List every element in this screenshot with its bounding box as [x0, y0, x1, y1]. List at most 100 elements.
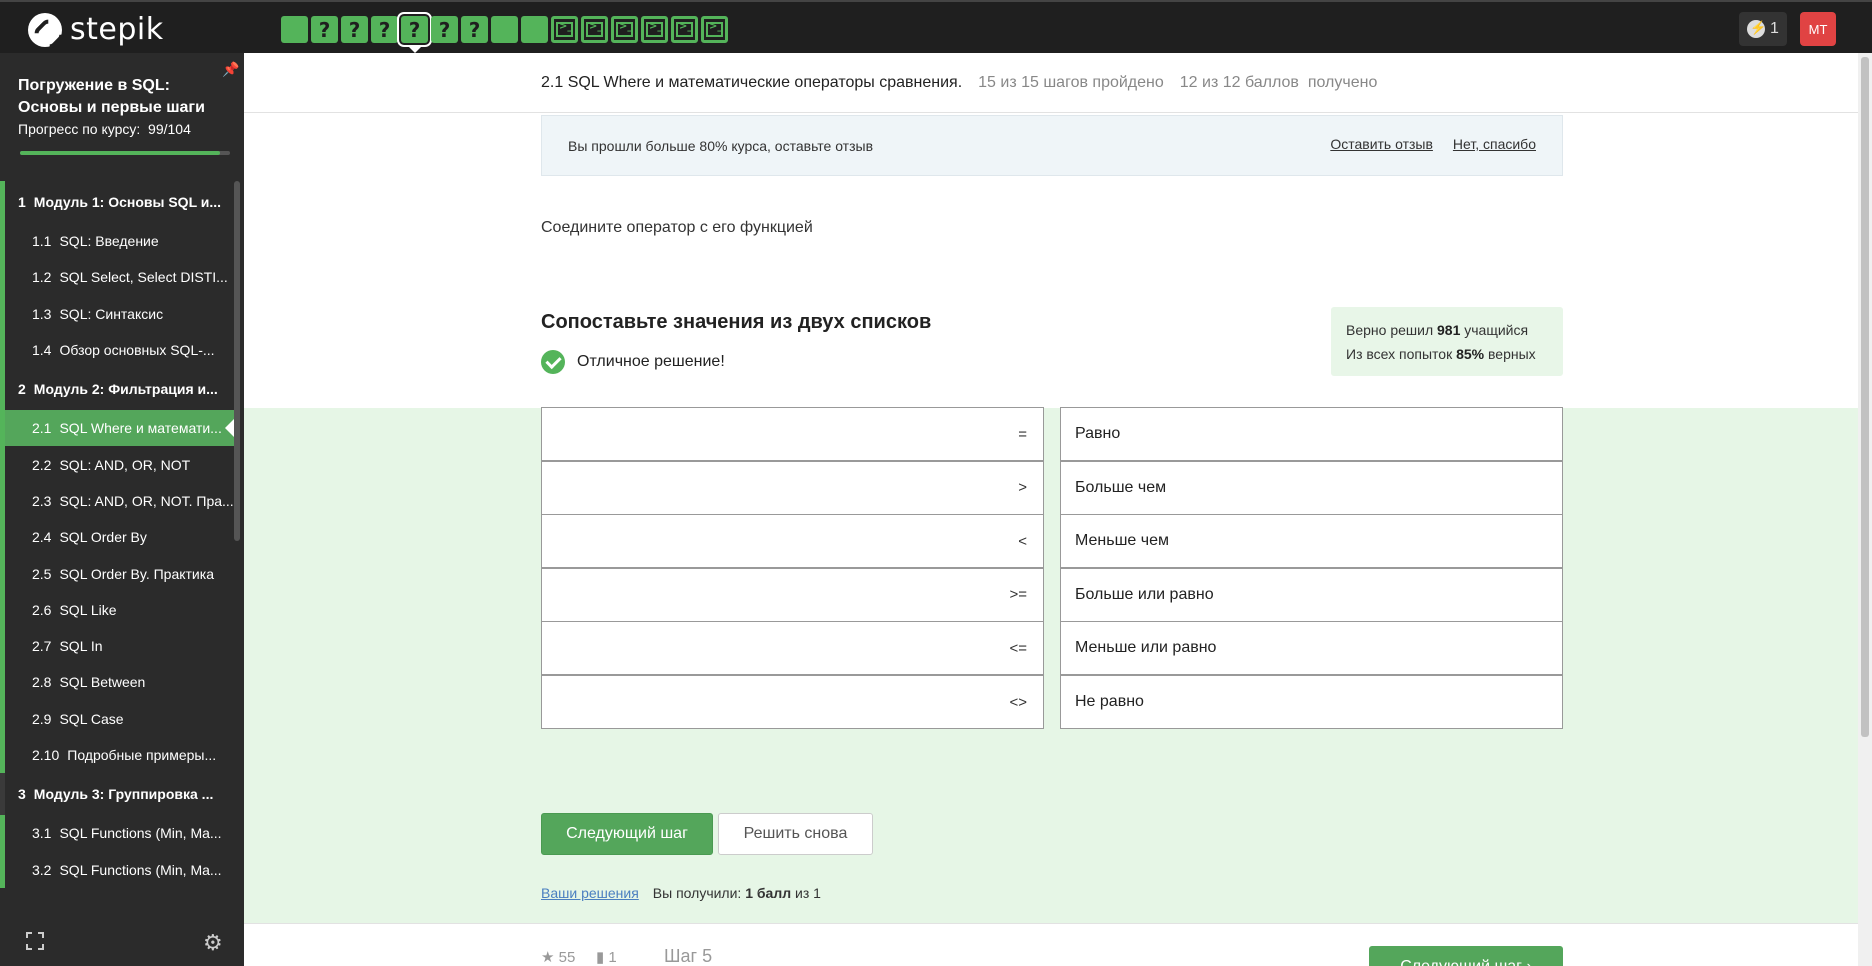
sidebar-lesson-1-3[interactable]: 1.3 SQL: Синтаксис — [0, 295, 234, 332]
solved-count: 981 — [1437, 322, 1461, 338]
terminal-icon — [676, 21, 693, 37]
sidebar-lesson-2-8[interactable]: 2.8 SQL Between — [0, 664, 234, 701]
sidebar-module-3[interactable]: 3 Модуль 3: Группировка ... — [0, 773, 234, 816]
sidebar-item-label: SQL: AND, OR, NOT. Пра... — [59, 492, 234, 509]
sidebar-lesson-2-1[interactable]: 2.1 SQL Where и математи... — [0, 410, 234, 447]
sidebar-scrollbar[interactable] — [234, 181, 240, 541]
course-progress-text: Прогресс по курсу: 99/104 — [18, 121, 191, 137]
sidebar-lesson-3-2[interactable]: 3.2 SQL Functions (Min, Ma... — [0, 851, 234, 888]
operator-cell: < — [541, 514, 1044, 569]
course-sidebar: 📌 Погружение в SQL: Основы и первые шаги… — [0, 53, 244, 966]
your-solutions-link[interactable]: Ваши решения — [541, 885, 639, 901]
step-label: Шаг 5 — [664, 946, 713, 966]
step-12[interactable] — [611, 16, 638, 43]
sidebar-lesson-2-4[interactable]: 2.4 SQL Order By — [0, 519, 234, 556]
step-5[interactable]: ? — [397, 12, 432, 53]
sidebar-item-label: SQL In — [59, 638, 103, 655]
matching-row: <> Не равно — [541, 675, 1563, 729]
function-option[interactable]: Меньше или равно — [1060, 621, 1563, 676]
success-percent: 85% — [1456, 346, 1485, 362]
sidebar-module-2[interactable]: 2 Модуль 2: Фильтрация и... — [0, 368, 234, 411]
operator-cell: <= — [541, 621, 1044, 676]
step-15[interactable] — [701, 16, 728, 43]
course-progress-value: 99/104 — [148, 121, 191, 137]
sidebar-lesson-3-1[interactable]: 3.1 SQL Functions (Min, Ma... — [0, 815, 234, 852]
sidebar-item-label: SQL Between — [59, 674, 146, 691]
table-of-contents: 1 Модуль 1: Основы SQL и... 1.1 SQL: Введен… — [0, 181, 234, 888]
page-scrollbar[interactable] — [1858, 53, 1872, 966]
step-11[interactable] — [581, 16, 608, 43]
fullscreen-icon[interactable] — [26, 932, 44, 950]
next-step-button[interactable]: Следующий шаг — [541, 813, 713, 855]
sidebar-item-label: Модуль 1: Основы SQL и... — [33, 194, 222, 210]
sidebar-item-label: Подробные примеры... — [67, 747, 217, 763]
sidebar-item-label: SQL Select, Select DISTI... — [59, 269, 228, 286]
function-option[interactable]: Больше или равно — [1060, 567, 1563, 622]
lesson-steps-bar: ?????? — [281, 12, 728, 53]
score-text: Вы получили: 1 балл из 1 — [652, 885, 821, 901]
comments[interactable]: ▮ 1 — [596, 948, 617, 966]
matching-row: < Меньше чем — [541, 514, 1563, 569]
sidebar-item-label: SQL: Введение — [59, 233, 159, 250]
terminal-icon — [646, 21, 663, 37]
step-2[interactable]: ? — [311, 16, 338, 43]
user-avatar[interactable]: МТ — [1800, 12, 1836, 46]
step-13[interactable] — [641, 16, 668, 43]
sidebar-module-1[interactable]: 1 Модуль 1: Основы SQL и... — [0, 181, 234, 223]
terminal-icon — [556, 21, 573, 37]
sidebar-item-label: SQL: Синтаксис — [59, 305, 164, 322]
sidebar-lesson-2-10[interactable]: 2.10 Подробные примеры... — [0, 736, 234, 774]
step-8[interactable] — [491, 16, 518, 43]
operator-cell: <> — [541, 675, 1044, 729]
sidebar-item-label: SQL Functions (Min, Ma... — [59, 825, 222, 842]
step-10[interactable] — [551, 16, 578, 43]
course-title[interactable]: Погружение в SQL: Основы и первые шаги — [18, 75, 233, 119]
step-footer: ★ 55 ▮ 1 Шаг 5 — [244, 923, 1858, 966]
step-3[interactable]: ? — [341, 16, 368, 43]
task-stats: Верно решил 981 учащийся Из всех попыток… — [1331, 307, 1563, 376]
step-6[interactable]: ? — [431, 16, 458, 43]
sidebar-lesson-2-7[interactable]: 2.7 SQL In — [0, 627, 234, 665]
operator-cell: >= — [541, 567, 1044, 622]
step-9[interactable] — [521, 16, 548, 43]
stepik-logo[interactable]: stepik — [28, 12, 164, 47]
operator-cell: > — [541, 460, 1044, 515]
terminal-icon — [706, 21, 723, 37]
function-option[interactable]: Не равно — [1060, 675, 1563, 729]
function-option[interactable]: Равно — [1060, 407, 1563, 461]
sidebar-lesson-2-2[interactable]: 2.2 SQL: AND, OR, NOT — [0, 446, 234, 483]
sidebar-lesson-1-2[interactable]: 1.2 SQL Select, Select DISTI... — [0, 259, 234, 296]
matching-row: = Равно — [541, 407, 1563, 461]
review-text: Вы прошли больше 80% курса, оставьте отз… — [568, 137, 874, 154]
solve-again-button[interactable]: Решить снова — [718, 813, 873, 855]
streak-count: 1 — [1770, 20, 1779, 37]
step-7[interactable]: ? — [461, 16, 488, 43]
step-4[interactable]: ? — [371, 16, 398, 43]
decline-review-link[interactable]: Нет, спасибо — [1453, 136, 1536, 152]
task-description: Соедините оператор с его функцией — [541, 219, 813, 236]
check-circle-icon — [541, 350, 565, 374]
sidebar-lesson-2-6[interactable]: 2.6 SQL Like — [0, 591, 234, 628]
leave-review-link[interactable]: Оставить отзыв — [1330, 136, 1433, 152]
sidebar-item-label: Модуль 3: Группировка ... — [33, 786, 214, 803]
function-option[interactable]: Больше чем — [1060, 460, 1563, 515]
matching-row: > Больше чем — [541, 460, 1563, 515]
gear-icon[interactable]: ⚙ — [203, 931, 223, 956]
page-scrollbar-thumb[interactable] — [1861, 57, 1869, 737]
sidebar-item-label: Модуль 2: Фильтрация и... — [33, 381, 218, 398]
footer-next-step-button[interactable]: Следующий шаг › — [1369, 946, 1563, 966]
sidebar-lesson-2-5[interactable]: 2.5 SQL Order By. Практика — [0, 555, 234, 592]
sidebar-lesson-2-9[interactable]: 2.9 SQL Case — [0, 700, 234, 737]
course-progress-fill — [20, 151, 220, 155]
sidebar-lesson-1-4[interactable]: 1.4 Обзор основных SQL-... — [0, 331, 234, 369]
lesson-title: 2.1 SQL Where и математические операторы… — [541, 73, 963, 91]
sidebar-lesson-1-1[interactable]: 1.1 SQL: Введение — [0, 223, 234, 260]
streak-counter[interactable]: 1 — [1739, 12, 1787, 46]
lightning-icon — [1747, 20, 1766, 38]
points-received: 12 из 12 баллов получено — [1179, 73, 1378, 91]
step-1[interactable] — [281, 16, 308, 43]
likes[interactable]: ★ 55 — [541, 948, 575, 966]
step-14[interactable] — [671, 16, 698, 43]
sidebar-lesson-2-3[interactable]: 2.3 SQL: AND, OR, NOT. Пра... — [0, 482, 234, 520]
function-option[interactable]: Меньше чем — [1060, 514, 1563, 569]
